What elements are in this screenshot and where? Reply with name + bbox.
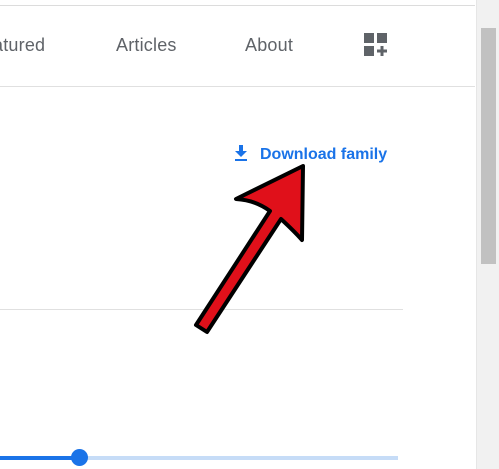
slider-thumb[interactable] (71, 449, 88, 466)
section-divider (0, 309, 403, 310)
download-family-label: Download family (260, 146, 388, 163)
download-icon (234, 144, 260, 166)
nav-link-featured[interactable]: atured (0, 35, 45, 56)
font-size-slider[interactable] (0, 448, 398, 468)
download-family-link[interactable]: Download family (234, 144, 387, 166)
nav-link-about[interactable]: About (245, 35, 293, 56)
nav-link-articles[interactable]: Articles (116, 35, 177, 56)
top-navigation: atured Articles About (0, 6, 475, 87)
vertical-scrollbar[interactable] (476, 0, 499, 469)
slider-fill (0, 456, 80, 460)
page-viewport: atured Articles About Download family (0, 0, 499, 469)
grid-add-icon[interactable] (364, 33, 388, 57)
scrollbar-thumb[interactable] (481, 28, 496, 264)
